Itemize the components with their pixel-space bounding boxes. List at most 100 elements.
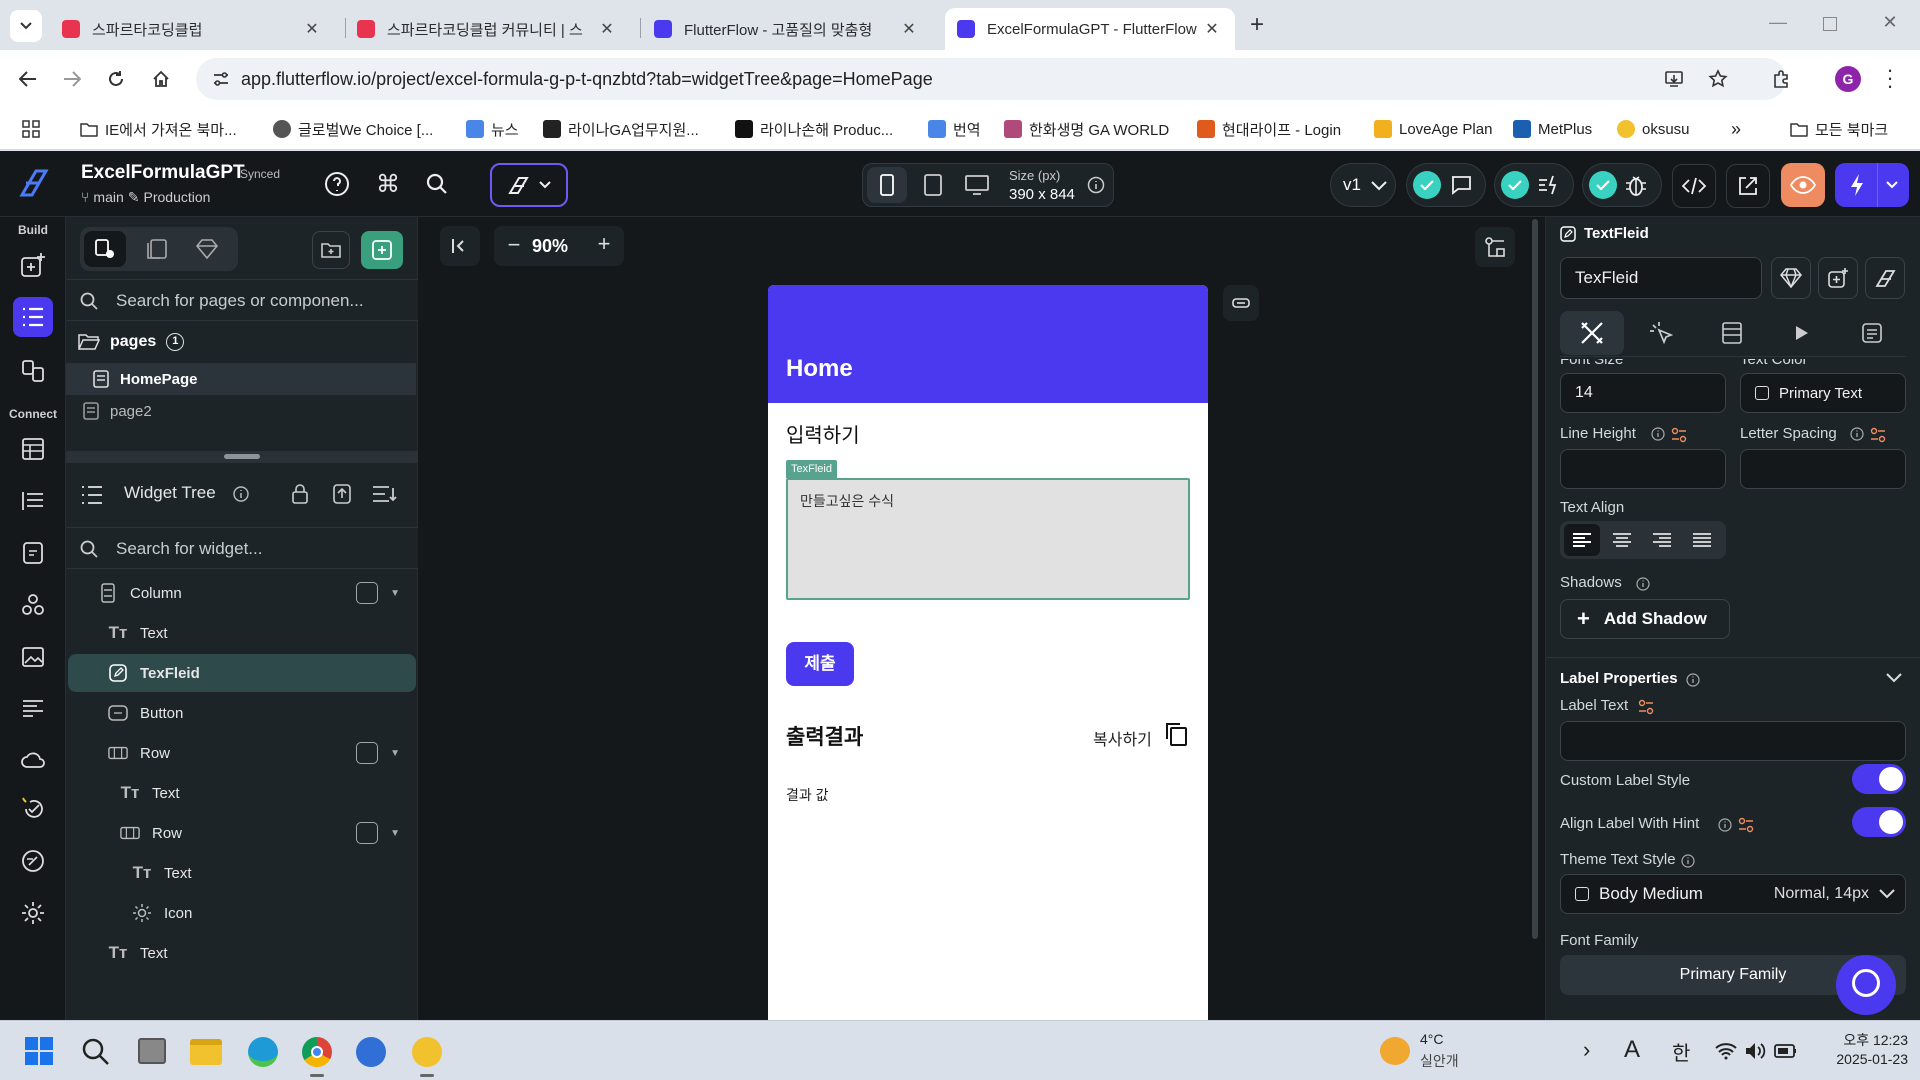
close-tab-icon[interactable]: ✕: [1201, 19, 1223, 39]
start-button[interactable]: [25, 1037, 53, 1065]
comments-status[interactable]: [1406, 163, 1486, 207]
flutterflow-options-button[interactable]: [1865, 257, 1905, 299]
submit-button[interactable]: 제출: [786, 642, 854, 686]
bookmark-item[interactable]: 글로벌We Choice [...: [273, 117, 433, 141]
open-external-button[interactable]: [1726, 164, 1770, 208]
caret-down-icon[interactable]: ▼: [390, 588, 400, 599]
debug-status[interactable]: [1582, 163, 1662, 207]
bookmark-item[interactable]: 뉴스: [466, 117, 519, 141]
close-tab-icon[interactable]: ✕: [301, 19, 323, 39]
bookmark-item[interactable]: MetPlus: [1513, 117, 1592, 141]
canvas-settings-button[interactable]: [1475, 227, 1515, 267]
tree-row-text[interactable]: Tт Text: [68, 614, 416, 652]
bookmark-item[interactable]: 한화생명 GA WORLD: [1004, 117, 1169, 141]
edge-icon[interactable]: [248, 1037, 278, 1067]
font-size-input[interactable]: 14: [1560, 373, 1726, 413]
page-item-homepage[interactable]: HomePage: [66, 363, 416, 395]
tree-row-text[interactable]: Tт Text: [68, 854, 416, 892]
clock-date[interactable]: 2025-01-23: [1818, 1051, 1908, 1067]
weather-temp[interactable]: 4°C: [1420, 1031, 1444, 1047]
profile-avatar[interactable]: G: [1835, 66, 1861, 92]
add-child-icon[interactable]: [356, 822, 378, 844]
widget-search-box[interactable]: Search for widget...: [66, 527, 418, 569]
command-palette-button[interactable]: ⌘: [368, 164, 408, 204]
chrome-icon[interactable]: [302, 1037, 332, 1067]
info-icon[interactable]: [1681, 854, 1695, 868]
tree-row-icon[interactable]: Icon: [68, 894, 416, 932]
search-button[interactable]: [417, 164, 457, 204]
clock-time[interactable]: 오후 12:23: [1818, 1030, 1908, 1050]
file-explorer-icon[interactable]: [190, 1039, 222, 1065]
rail-app-state[interactable]: [13, 481, 53, 521]
zoom-out-button[interactable]: −: [502, 232, 526, 258]
rail-add-widget[interactable]: [13, 245, 53, 285]
input-heading[interactable]: 입력하기: [786, 419, 860, 448]
task-view-icon[interactable]: [138, 1038, 166, 1064]
tree-row-row[interactable]: Row ▼: [68, 734, 416, 772]
branch-info[interactable]: ⑂ main ✎ Production: [81, 189, 210, 206]
rail-settings[interactable]: [13, 893, 53, 933]
tab-animations[interactable]: [1770, 311, 1834, 355]
tree-row-column[interactable]: Column ▼: [68, 574, 416, 612]
device-tablet-button[interactable]: [913, 167, 953, 203]
home-button[interactable]: [146, 64, 176, 94]
version-selector[interactable]: v1: [1330, 163, 1396, 207]
tree-row-text[interactable]: Tт Text: [68, 934, 416, 972]
preview-button[interactable]: [1781, 163, 1825, 207]
canvas-scrollbar[interactable]: [1532, 219, 1538, 939]
app-bar[interactable]: Home: [768, 285, 1208, 403]
run-button[interactable]: [1835, 163, 1909, 207]
add-child-icon[interactable]: [356, 742, 378, 764]
rail-cloud-functions[interactable]: [13, 739, 53, 779]
panel-resize-handle[interactable]: [66, 451, 418, 463]
info-icon[interactable]: [1686, 673, 1700, 687]
wrap-widget-button[interactable]: [1818, 257, 1858, 299]
info-icon[interactable]: [233, 486, 249, 502]
bookmark-item[interactable]: 라이나GA업무지원...: [543, 117, 699, 141]
variable-icon[interactable]: [1870, 427, 1886, 443]
extensions-button[interactable]: [1767, 64, 1797, 94]
canvas-side-handle[interactable]: [1223, 285, 1259, 321]
align-label-with-hint-toggle[interactable]: [1852, 807, 1906, 837]
apps-grid-icon[interactable]: [22, 120, 40, 138]
bookmark-item[interactable]: IE에서 가져온 북마...: [80, 117, 237, 141]
rail-tests[interactable]: [13, 789, 53, 829]
mode-selector[interactable]: [490, 163, 568, 207]
tray-chevron-icon[interactable]: ›: [1583, 1037, 1590, 1063]
tree-row-text[interactable]: Tт Text: [68, 774, 416, 812]
variable-icon[interactable]: [1738, 817, 1754, 833]
tree-row-texfleid[interactable]: TexFleid: [68, 654, 416, 692]
page-search-box[interactable]: Search for pages or componen...: [66, 279, 418, 321]
bookmark-item[interactable]: 현대라이프 - Login: [1197, 117, 1341, 141]
info-icon[interactable]: [1850, 427, 1864, 441]
bookmark-item[interactable]: oksusu: [1617, 117, 1690, 141]
tab-library[interactable]: [186, 231, 228, 267]
wifi-icon[interactable]: [1715, 1042, 1737, 1060]
forward-button[interactable]: [57, 64, 87, 94]
rail-firestore[interactable]: [13, 429, 53, 469]
filter-list-icon[interactable]: [372, 485, 398, 503]
browser-tab[interactable]: FlutterFlow - 고품질의 맞춤형 ✕: [642, 8, 932, 50]
bookmark-item[interactable]: 라이나손해 Produc...: [735, 117, 893, 141]
tab-documentation[interactable]: [1840, 311, 1904, 355]
close-tab-icon[interactable]: ✕: [898, 19, 920, 39]
tree-row-row[interactable]: Row ▼: [68, 814, 416, 852]
rail-storyboard[interactable]: [13, 351, 53, 391]
battery-icon[interactable]: [1774, 1042, 1798, 1060]
widget-name-input[interactable]: TexFleid: [1560, 257, 1762, 299]
custom-label-style-toggle[interactable]: [1852, 764, 1906, 794]
tab-actions[interactable]: [1630, 311, 1694, 355]
align-center-button[interactable]: [1604, 524, 1640, 556]
rail-custom-code[interactable]: [13, 585, 53, 625]
upload-icon[interactable]: [332, 483, 352, 505]
label-text-input[interactable]: [1560, 721, 1906, 761]
browser-menu-button[interactable]: · · ·: [1885, 59, 1895, 97]
copy-icon[interactable]: [1164, 721, 1188, 747]
rail-media-assets[interactable]: [13, 637, 53, 677]
pinned-app-icon[interactable]: [412, 1037, 442, 1067]
bookmark-star-icon[interactable]: [1708, 69, 1728, 89]
restore-button[interactable]: [1823, 17, 1837, 31]
tab-components[interactable]: [136, 231, 178, 267]
support-chat-button[interactable]: [1836, 955, 1896, 1015]
caret-down-icon[interactable]: ▼: [390, 828, 400, 839]
